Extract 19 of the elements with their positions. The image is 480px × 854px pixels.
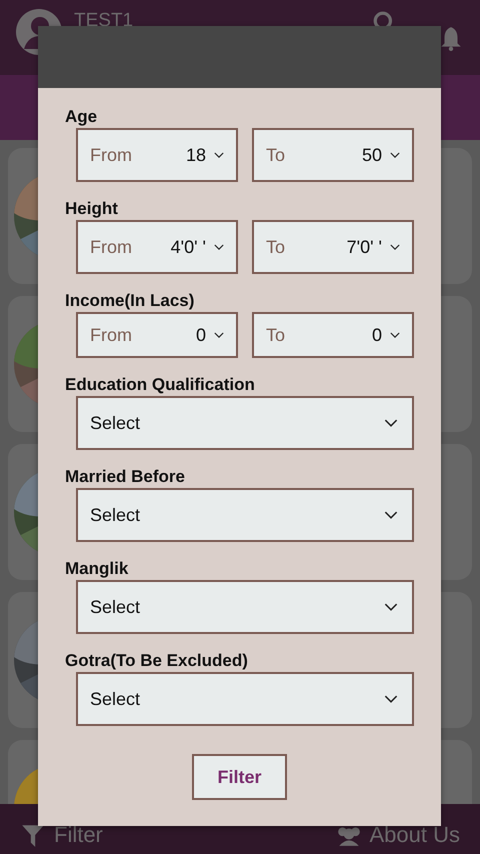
dropdown-field[interactable]: To 0 xyxy=(252,312,414,358)
filter-button[interactable]: Filter xyxy=(192,754,287,800)
dropdown-field[interactable]: Select xyxy=(76,396,414,450)
dropdown-field[interactable]: Select xyxy=(76,580,414,634)
field-label: Age xyxy=(65,106,98,128)
field-label: Gotra(To Be Excluded) xyxy=(65,650,249,672)
field-label: Income(In Lacs) xyxy=(65,290,196,312)
dropdown-field[interactable]: Select xyxy=(76,488,414,542)
dropdown-field[interactable]: To 50 xyxy=(252,128,414,182)
dropdown-field[interactable]: From 18 xyxy=(76,128,238,182)
dropdown-field[interactable]: To 7'0' ' xyxy=(252,220,414,274)
dropdown-field[interactable]: From 4'0' ' xyxy=(76,220,238,274)
dropdown-field[interactable]: Select xyxy=(76,672,414,726)
field-label: Married Before xyxy=(65,466,186,488)
user-name: TEST1 xyxy=(74,10,134,32)
field-label: Manglik xyxy=(65,558,130,580)
field-label: Education Qualification xyxy=(65,374,256,396)
field-label: Height xyxy=(65,198,119,220)
dropdown-field[interactable]: From 0 xyxy=(76,312,238,358)
